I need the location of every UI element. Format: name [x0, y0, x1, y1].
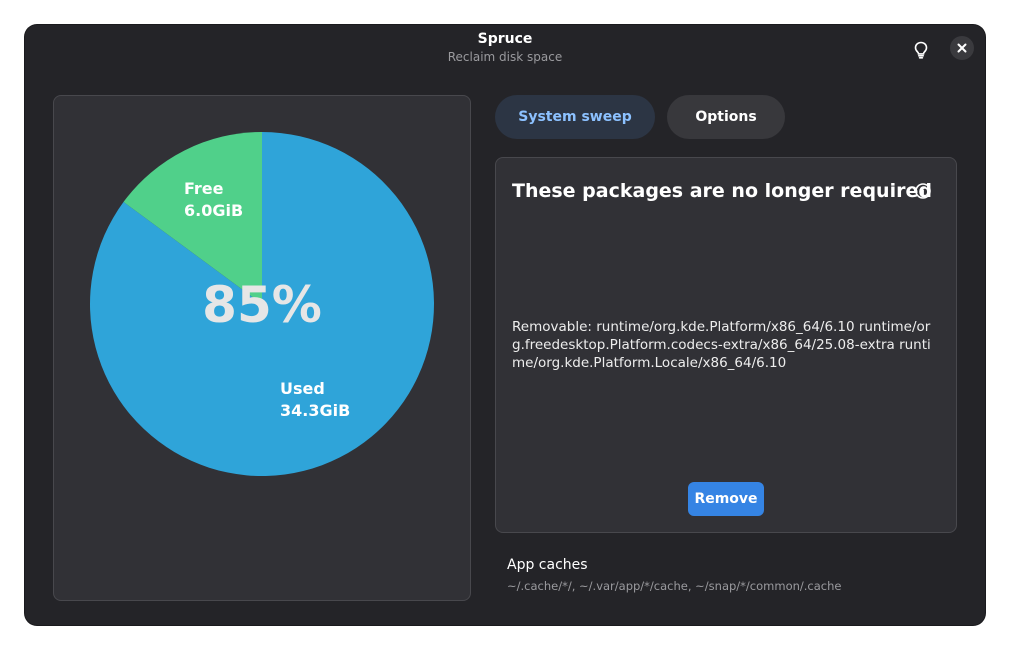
info-icon[interactable] [914, 182, 932, 200]
pie-center-percentage: 85% [202, 276, 322, 334]
close-button[interactable] [950, 36, 974, 60]
pie-value-used: 34.3GiB [280, 401, 350, 420]
unused-packages-card: These packages are no longer required Re… [495, 157, 957, 533]
pie-label-free: Free [184, 179, 224, 198]
header-bar: Spruce Reclaim disk space [25, 25, 985, 75]
tab-options[interactable]: Options [667, 95, 785, 139]
window-title: Spruce [477, 31, 533, 47]
disk-usage-card: Used 34.3GiB Free 6.0GiB 85% [53, 95, 471, 601]
app-caches-title: App caches [507, 557, 588, 573]
lightbulb-icon [914, 41, 928, 59]
packages-heading: These packages are no longer required [512, 180, 932, 202]
window-subtitle: Reclaim disk space [447, 50, 563, 64]
app-caches-paths: ~/.cache/*/, ~/.var/app/*/cache, ~/snap/… [507, 579, 842, 593]
hint-button[interactable] [907, 36, 935, 64]
remove-button[interactable]: Remove [688, 482, 764, 516]
removable-packages-text: Removable: runtime/org.kde.Platform/x86_… [512, 319, 931, 371]
close-icon [957, 43, 967, 53]
disk-usage-pie-chart: Used 34.3GiB Free 6.0GiB 85% [90, 132, 435, 477]
pie-value-free: 6.0GiB [184, 201, 243, 220]
pie-label-used: Used [280, 379, 325, 398]
app-window: Spruce Reclaim disk space Used 34.3GiB Fre… [25, 25, 985, 625]
tab-system-sweep[interactable]: System sweep [495, 95, 655, 139]
